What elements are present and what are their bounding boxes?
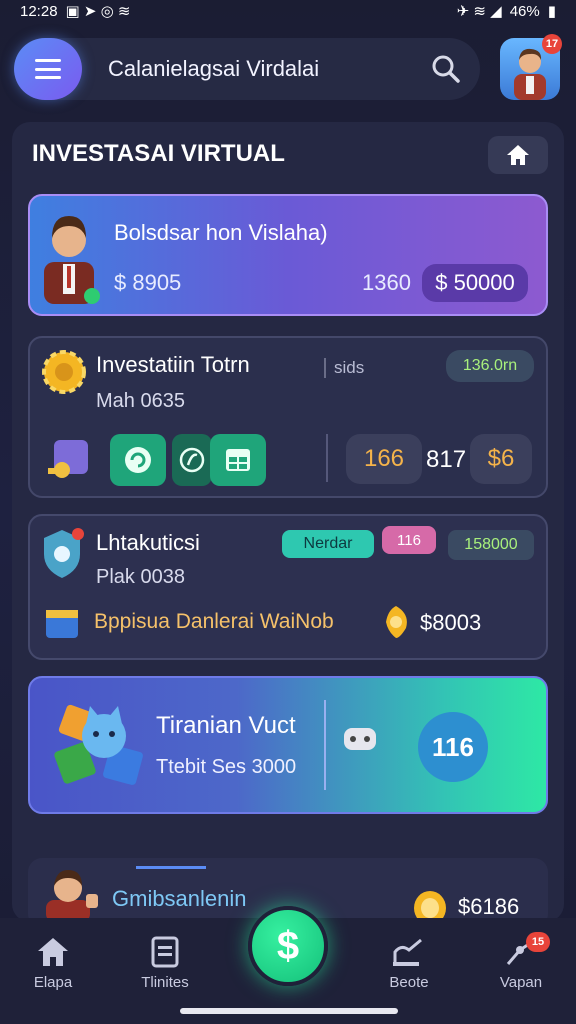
home-shortcut-button[interactable]	[488, 136, 548, 174]
card3-description: Bppisua Danlerai WaiNob	[94, 610, 334, 633]
card3-tag: 158000	[448, 530, 534, 560]
key-icon[interactable]	[44, 436, 92, 489]
card1-amount: $ 8905	[114, 270, 182, 295]
divider	[326, 434, 328, 482]
dollar-action-button[interactable]: $	[248, 906, 328, 986]
menu-icon	[35, 59, 61, 79]
shield-icon	[40, 528, 84, 585]
user-avatar	[38, 204, 100, 304]
nav-item-documents[interactable]: Tlinites	[120, 936, 210, 991]
table-icon	[226, 449, 250, 471]
card2-tag: 136.0rn	[446, 350, 534, 382]
card5-amount: $6186	[458, 894, 520, 919]
card3-pill-secondary: 116	[382, 526, 436, 554]
card5-accent-bar	[136, 866, 206, 869]
coin-icon	[380, 604, 412, 645]
signal-icons: ✈ ≋ ◢	[456, 3, 502, 20]
refresh-icon	[125, 447, 151, 473]
card4-title: Tiranian Vuct	[156, 712, 296, 739]
nav-item-network[interactable]: Vapan	[476, 936, 566, 991]
avatar-badge: 17	[542, 34, 562, 54]
nav-label-network: Vapan	[499, 974, 543, 991]
leaf-button[interactable]	[172, 434, 212, 486]
menu-button[interactable]	[14, 38, 82, 100]
card2-side-label: sids	[324, 358, 364, 378]
card2-stat3: $6	[470, 434, 532, 484]
chart-edit-icon	[393, 938, 422, 966]
status-time: 12:28	[20, 2, 58, 20]
card4-score-circle[interactable]: 116	[418, 712, 488, 782]
card1-count: 1360	[362, 270, 411, 295]
search-bar[interactable]: Calanielagsai Virdalai	[14, 38, 480, 100]
home-icon	[507, 145, 529, 165]
battery-icon: ▮	[547, 3, 556, 20]
card2-subtitle: Mah 0635	[96, 390, 185, 412]
nav-item-stats[interactable]: Beote	[364, 936, 454, 991]
leaf-icon	[179, 447, 205, 473]
divider	[324, 700, 326, 790]
nav-label-stats: Beote	[389, 974, 429, 991]
dollar-icon: $	[276, 923, 300, 968]
card1-name: Bolsdsar hon Vislaha)	[114, 220, 328, 245]
card3-amount: $8003	[420, 610, 482, 635]
card2-stat2: 817	[426, 446, 467, 473]
refresh-button[interactable]	[110, 434, 166, 486]
card5-title: Gmibsanlenin	[112, 886, 247, 911]
status-bar: 12:28 ▣ ➤ ◎ ≋ ✈ ≋ ◢ 46% ▮	[0, 0, 576, 22]
gamepad-icon[interactable]	[342, 724, 378, 759]
nav-label-documents: Tlinites	[141, 974, 189, 991]
search-icon[interactable]	[422, 45, 470, 93]
nav-badge: 15	[526, 932, 550, 952]
game-mascot-icon	[52, 692, 152, 797]
card2-stat1: 166	[346, 434, 422, 484]
section-title: INVESTASAI VIRTUAL	[32, 140, 285, 167]
nav-label-home: Elapa	[33, 974, 73, 991]
card4-subtitle: Ttebit Ses 3000	[156, 756, 297, 778]
gear-coin-icon	[40, 348, 88, 401]
card2-title: Investatiin Totrn	[96, 352, 250, 377]
card3-title: Lhtakuticsi	[96, 530, 200, 555]
profile-avatar[interactable]: 17	[500, 34, 562, 100]
card1-value-pill[interactable]: $ 50000	[422, 264, 528, 302]
notification-icon: ▣ ➤ ◎ ≋	[65, 3, 131, 20]
nav-item-home[interactable]: Elapa	[8, 936, 98, 991]
card3-pill-primary[interactable]: Nerdar	[282, 530, 374, 558]
card3-subtitle: Plak 0038	[96, 566, 185, 588]
investor-avatar	[40, 866, 102, 925]
home-indicator	[180, 1008, 398, 1014]
document-icon	[151, 936, 179, 968]
status-battery: 46%	[509, 2, 540, 20]
home-icon	[38, 938, 68, 966]
cube-icon	[42, 604, 82, 649]
search-title[interactable]: Calanielagsai Virdalai	[82, 56, 422, 82]
grid-button[interactable]	[210, 434, 266, 486]
